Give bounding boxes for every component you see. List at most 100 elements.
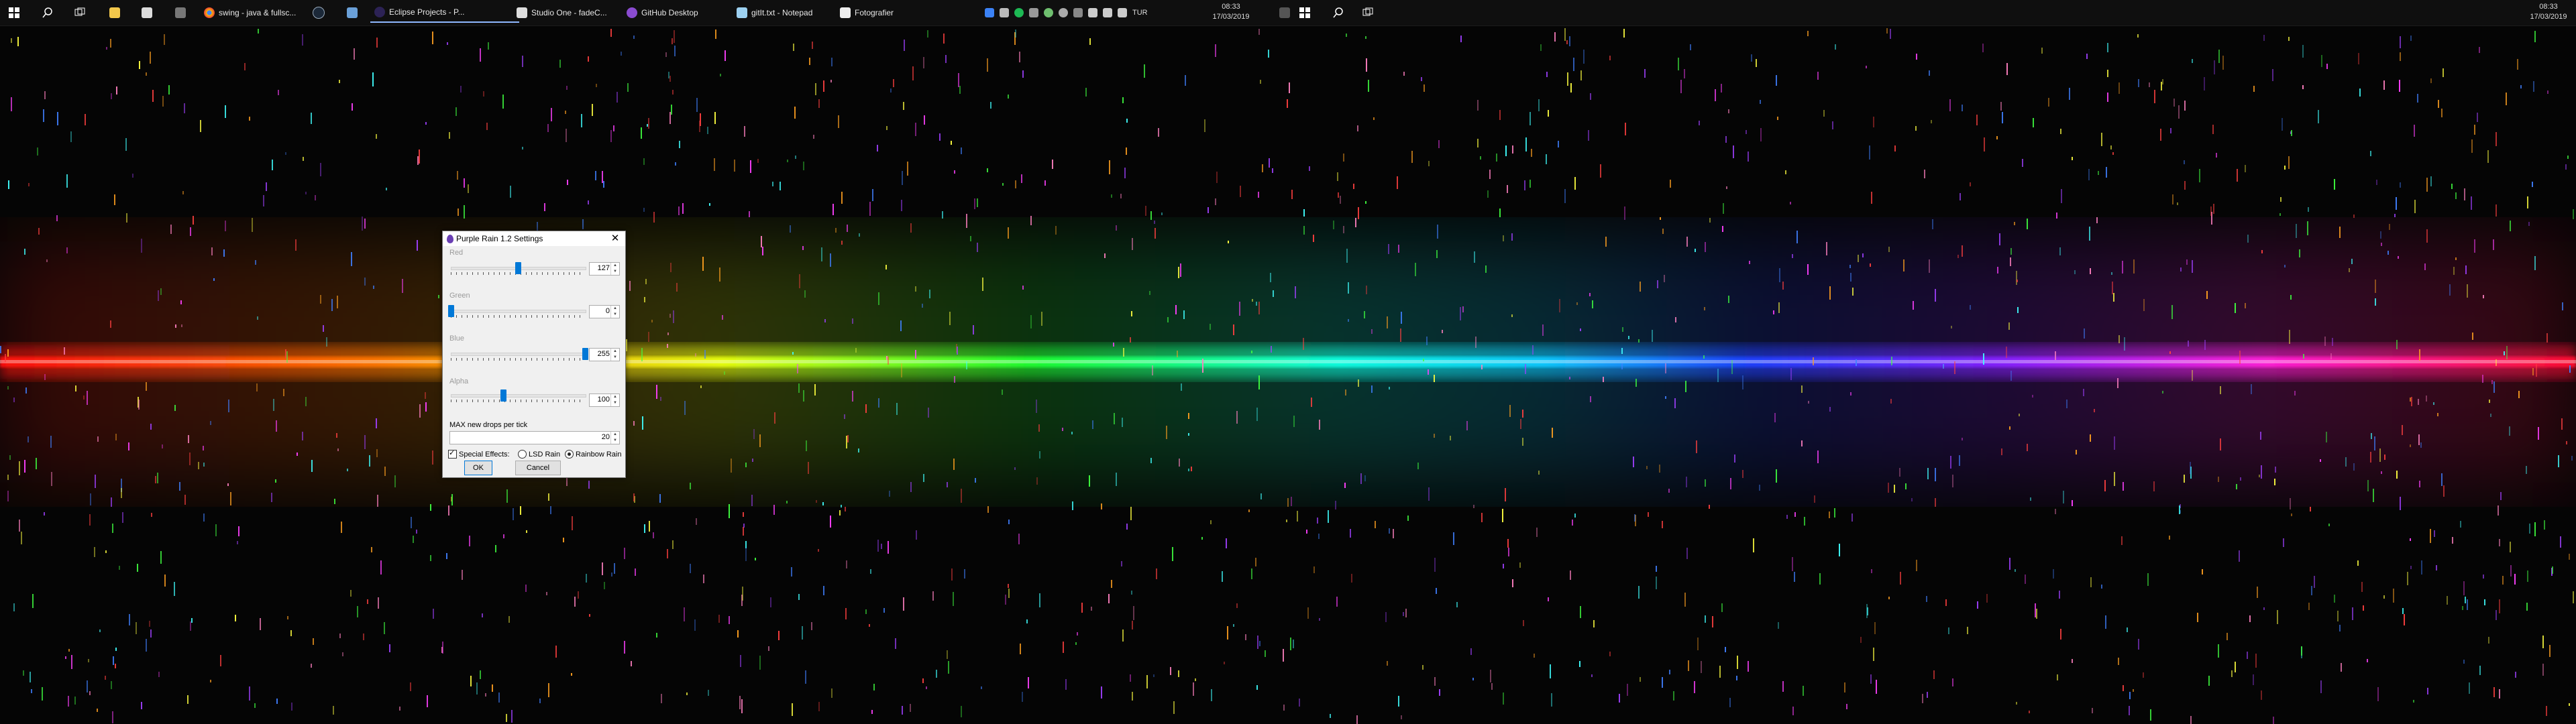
radio-icon[interactable] [565,450,574,459]
rain-drop [2383,80,2385,90]
rain-drop [2277,610,2278,624]
battery-icon[interactable] [1088,8,1097,17]
radio-icon[interactable] [518,450,527,459]
dropbox-icon[interactable] [985,8,994,17]
rain-drop [1589,293,1591,296]
rain-drop [2259,475,2260,477]
rain-drop [1008,95,1009,99]
rain-drop [1039,593,1040,607]
rain-drop [411,517,412,528]
red-value[interactable]: 127 [598,264,610,272]
blue-value[interactable]: 255 [598,350,610,358]
alpha-slider[interactable] [451,388,586,403]
rain-drop [916,530,917,540]
clock-left[interactable]: 08:33 17/03/2019 [1208,2,1254,22]
rain-drop [25,387,27,394]
volume-icon[interactable] [1118,8,1127,17]
taskbar-app-eclipse[interactable]: Eclipse Projects - P... [370,3,519,23]
rain-drop [1195,678,1196,681]
rain-drop [1943,364,1944,369]
red-slider-thumb[interactable] [515,262,521,274]
spinner-arrows-icon[interactable]: ▲ ▼ [610,394,619,406]
settings-icon[interactable] [1073,8,1083,17]
close-icon[interactable]: ✕ [609,233,621,245]
xbox-icon[interactable] [1044,8,1053,17]
network-icon[interactable] [1103,8,1112,17]
rain-drop [111,93,112,99]
rain-drop [1728,109,1729,113]
cancel-button[interactable]: Cancel [515,461,561,475]
language-indicator[interactable]: TUR [1132,9,1148,17]
max-drops-value[interactable]: 20 [602,433,610,441]
rain-drop [1283,649,1284,662]
red-slider[interactable] [451,261,586,276]
rain-drop [2483,295,2484,298]
rain-drop [1688,660,1689,671]
alpha-spinner[interactable]: 100 ▲ ▼ [589,394,620,407]
rain-drop [373,286,374,289]
checkbox-icon[interactable] [448,448,457,459]
task-view-icon-2[interactable] [1358,3,1378,23]
ok-button[interactable]: OK [464,461,492,475]
rain-drop [303,157,304,161]
green-spinner[interactable]: 0 ▲ ▼ [589,305,620,318]
rain-drop [1603,377,1604,382]
clock-right[interactable]: 08:33 17/03/2019 [2525,2,2572,22]
rain-drop [2410,538,2411,541]
app-icon[interactable] [342,3,362,23]
file-explorer-icon[interactable] [105,3,125,23]
special-effects-checkbox[interactable]: Special Effects: [448,448,510,459]
rain-drop [464,205,465,219]
rain-drop [2260,432,2261,440]
rain-drop [1807,264,1809,275]
rain-drop [1756,59,1757,67]
alpha-slider-thumb[interactable] [500,389,506,402]
rain-drop [1851,514,1853,522]
rain-drop [1460,307,1461,320]
taskbar-app-photos[interactable]: Fotografier [836,3,985,23]
blue-slider-thumb[interactable] [582,348,588,360]
rain-drop [1038,424,1040,432]
rain-drop [1252,299,1253,302]
windows-start-icon[interactable] [4,3,24,23]
search-icon[interactable] [38,3,58,23]
spinner-arrows-icon[interactable]: ▲ ▼ [610,432,619,444]
spinner-arrows-icon[interactable]: ▲ ▼ [610,263,619,275]
rain-drop [339,634,341,638]
green-slider[interactable] [448,304,586,318]
rain-drop [1456,602,1458,607]
steam-tray-icon[interactable] [1059,8,1068,17]
blue-slider[interactable] [451,347,588,361]
rain-drop [1778,302,1780,313]
rain-drop [1356,715,1358,724]
spinner-arrows-icon[interactable]: ▲ ▼ [610,306,619,318]
dialog-titlebar[interactable]: Purple Rain 1.2 Settings ✕ [443,231,625,246]
blue-spinner[interactable]: 255 ▲ ▼ [589,348,620,361]
search-icon-2[interactable] [1328,3,1348,23]
calculator-icon[interactable] [170,3,191,23]
task-view-icon[interactable] [70,3,90,23]
green-slider-thumb[interactable] [448,305,454,317]
app-tray-icon[interactable] [1029,8,1038,17]
rainbow-rain-radio[interactable]: Rainbow Rain [565,450,621,459]
mail-icon[interactable] [137,3,157,23]
rain-drop [2424,263,2426,270]
red-spinner[interactable]: 127 ▲ ▼ [589,262,620,276]
rain-drop [2025,575,2026,584]
rain-drop [957,347,958,355]
spotify-icon[interactable] [1014,8,1024,17]
cloud-icon[interactable] [1000,8,1009,17]
green-value[interactable]: 0 [606,307,610,315]
rain-drop [676,283,678,292]
rain-drop [831,58,833,66]
spinner-arrows-icon[interactable]: ▲ ▼ [610,349,619,361]
rain-drop [223,249,225,257]
steam-icon[interactable] [309,3,329,23]
alpha-value[interactable]: 100 [598,396,610,404]
rain-drop [1251,351,1252,353]
rain-drop [146,639,147,652]
notification-icon[interactable] [1275,3,1295,23]
windows-start-icon-2[interactable] [1295,3,1315,23]
max-drops-spinner[interactable]: 20 ▲ ▼ [449,431,620,444]
lsd-rain-radio[interactable]: LSD Rain [518,450,560,459]
